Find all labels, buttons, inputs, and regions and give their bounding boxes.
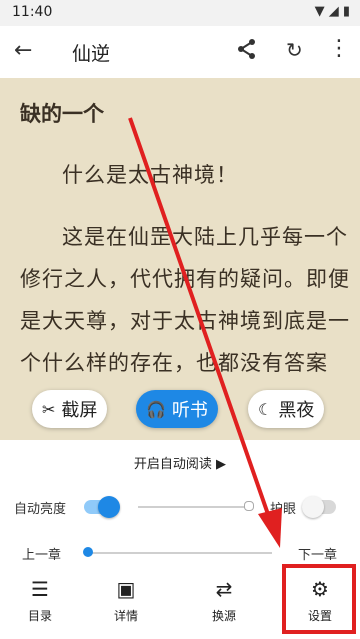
moon-icon: ☾	[258, 399, 273, 419]
brightness-row: 自动亮度 护眼	[0, 492, 360, 522]
auto-brightness-label: 自动亮度	[14, 502, 67, 517]
wifi-icon: ▼	[314, 4, 325, 19]
next-chapter-button[interactable]: 下一章	[298, 544, 337, 563]
content-paragraph: 什么是太古神境！	[62, 163, 238, 187]
brightness-slider-end	[244, 501, 254, 511]
chapter-progress-slider[interactable]	[88, 552, 272, 554]
content-heading: 缺的一个	[20, 101, 104, 126]
refresh-icon[interactable]: ↻	[286, 38, 303, 62]
listen-label: 听书	[171, 400, 208, 421]
quick-actions: ✂ 截屏 🎧 听书 ☾ 黑夜	[0, 390, 360, 430]
nav-details[interactable]: ▣ 详情	[90, 575, 162, 624]
chapter-row: 上一章 下一章	[0, 540, 360, 564]
battery-icon: ▮	[342, 4, 350, 19]
nav-details-label: 详情	[113, 609, 138, 623]
screenshot-label: 截屏	[61, 400, 98, 421]
shuffle-icon: ⇄	[215, 577, 233, 601]
eye-protect-label: 护眼	[270, 502, 297, 517]
signal-icon: ◢	[328, 4, 339, 19]
night-mode-button[interactable]: ☾ 黑夜	[248, 390, 325, 428]
prev-chapter-button[interactable]: 上一章	[22, 544, 61, 563]
night-mode-label: 黑夜	[278, 400, 315, 421]
status-bar: 11:40 ▼ ◢ ▮	[0, 0, 360, 26]
page-title: 仙逆	[72, 43, 111, 65]
content-paragraph: 这是在仙罡大陆上几乎每一个修行之人，代代拥有的疑问。即便是大天尊，对于太古神境到…	[20, 225, 350, 375]
brightness-slider[interactable]	[138, 506, 246, 508]
back-arrow-icon[interactable]: ←	[14, 38, 32, 63]
reading-content[interactable]: 缺的一个 什么是太古神境！ 这是在仙罡大陆上几乎每一个修行之人，代代拥有的疑问。…	[0, 78, 360, 440]
nav-catalog-label: 目录	[27, 609, 52, 623]
nav-catalog[interactable]: ☰ 目录	[4, 575, 76, 624]
more-options-icon[interactable]: ⋮	[328, 36, 350, 61]
status-icons: ▼ ◢ ▮	[315, 4, 350, 19]
screenshot-button[interactable]: ✂ 截屏	[32, 390, 108, 428]
nav-switch-source-label: 换源	[211, 609, 236, 623]
scissors-icon: ✂	[42, 399, 56, 419]
auto-brightness-toggle[interactable]	[84, 496, 120, 518]
share-icon[interactable]	[236, 38, 258, 60]
annotation-highlight-box	[282, 564, 356, 634]
nav-switch-source[interactable]: ⇄ 换源	[188, 575, 260, 624]
headphones-icon: 🎧	[146, 399, 166, 419]
auto-read-button[interactable]: 开启自动阅读 ▶	[0, 453, 360, 472]
chapter-progress-handle[interactable]	[83, 547, 93, 557]
listen-button[interactable]: 🎧 听书	[136, 390, 218, 428]
status-time: 11:40	[12, 4, 53, 20]
app-bar: ← 仙逆 ↻ ⋮	[0, 26, 360, 79]
list-icon: ☰	[31, 577, 49, 601]
comment-icon: ▣	[116, 577, 136, 601]
eye-protect-toggle[interactable]	[302, 496, 336, 518]
